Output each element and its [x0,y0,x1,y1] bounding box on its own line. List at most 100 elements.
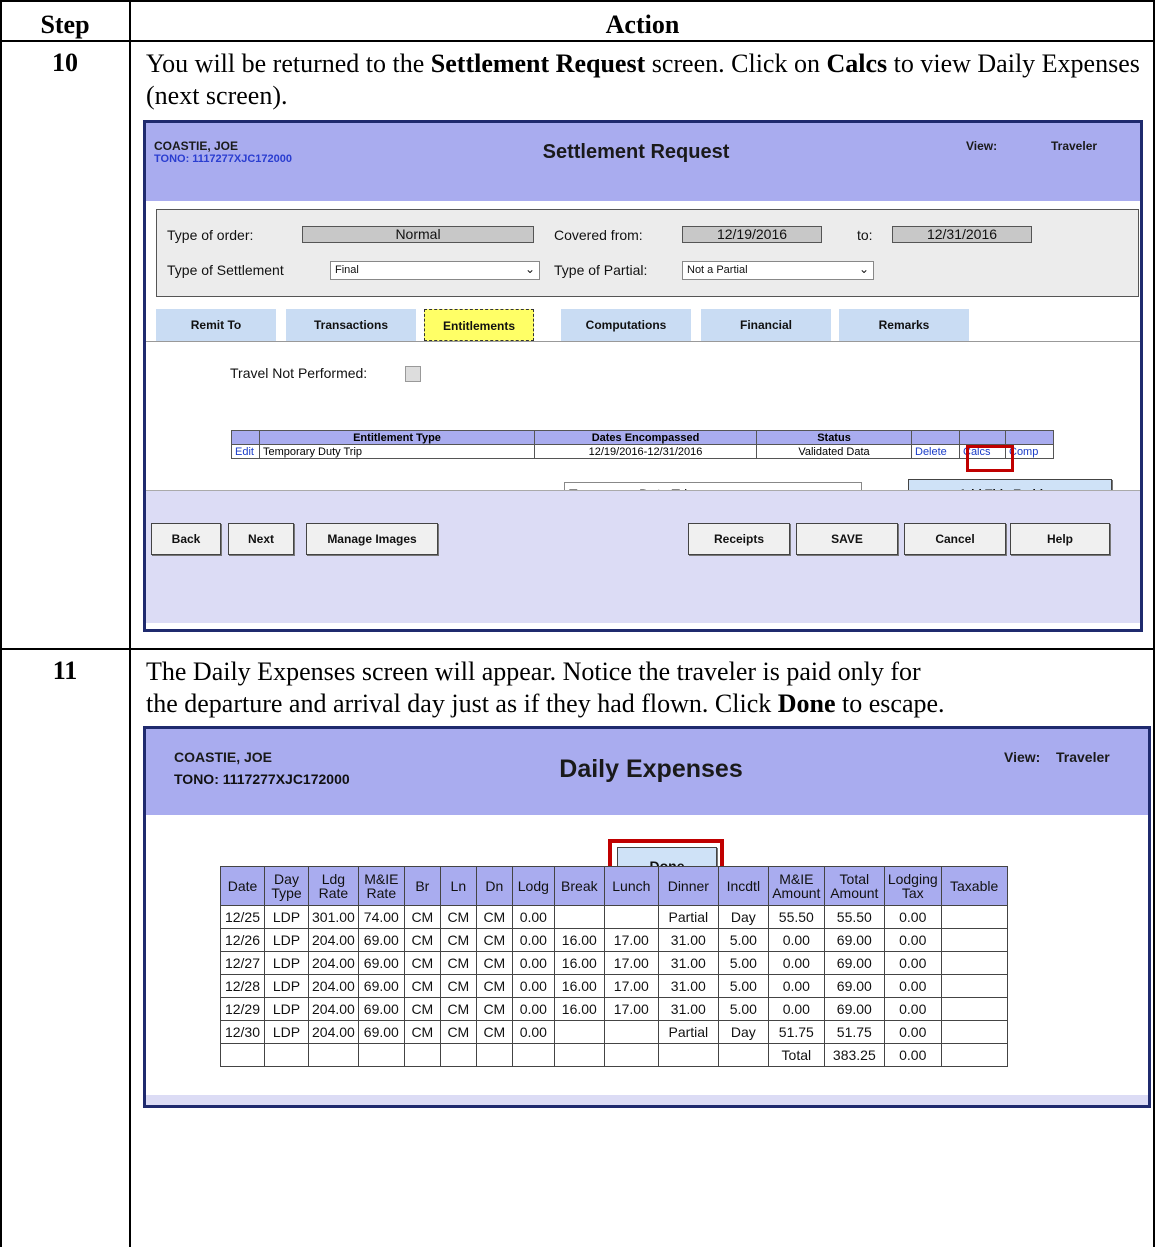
table-cell: 69.00 [823,974,885,998]
table-cell [264,1043,309,1067]
table-cell: LDP [264,1020,309,1044]
table-cell: 0.00 [883,1020,942,1044]
table-cell: 0.00 [883,1043,942,1067]
table-cell: 0.00 [511,1020,555,1044]
travel-not-performed-checkbox[interactable] [405,366,421,382]
to-label: to: [857,227,873,243]
column-header: Dates Encompassed [534,430,757,445]
to-field: 12/31/2016 [892,226,1032,243]
tab-computations[interactable]: Computations [561,309,691,341]
table-cell: 16.00 [553,928,605,952]
table-cell [940,1043,1008,1067]
table-border-header [0,40,1155,42]
column-header: Taxable [940,866,1008,906]
type-of-partial-value: Not a Partial [687,264,748,276]
settlement-request-screen: COASTIE, JOE TONO: 1117277XJC172000 Sett… [143,120,1143,632]
table-cell: 51.75 [823,1020,885,1044]
table-cell [403,1043,441,1067]
table-cell [940,905,1008,929]
table-row: 12/30 LDP 204.00 69.00 CM CM CM 0.00 Partial Day 5… [220,1020,1008,1044]
edit-link[interactable]: Edit [231,444,260,459]
table-cell: CM [475,1020,513,1044]
table-cell: Day [717,905,769,929]
page-title: Daily Expenses [559,755,743,783]
screen-footer [146,1095,1148,1105]
column-header: Break [553,866,605,906]
table-cell: 55.50 [767,905,825,929]
tab-remit-to[interactable]: Remit To [156,309,276,341]
column-header: Lodg [511,866,555,906]
column-header: Dinner [657,866,719,906]
table-cell: 204.00 [308,928,359,952]
table-cell: 16.00 [553,997,605,1021]
view-label: View: [966,139,998,153]
table-cell: 16.00 [553,951,605,975]
table-cell: 12/25 [220,905,265,929]
tab-financial[interactable]: Financial [701,309,831,341]
delete-link[interactable]: Delete [911,444,960,459]
type-of-order-label: Type of order: [167,227,254,243]
table-cell [717,1043,769,1067]
next-button[interactable]: Next [228,523,294,555]
table-cell [308,1043,359,1067]
dates-cell: 12/19/2016-12/31/2016 [534,444,757,459]
save-button[interactable]: SAVE [796,523,898,555]
table-cell: 16.00 [553,974,605,998]
table-cell: 204.00 [308,1020,359,1044]
tab-remarks[interactable]: Remarks [839,309,969,341]
table-cell: 69.00 [357,1020,405,1044]
type-of-partial-select[interactable]: Not a Partial ⌄ [682,261,874,280]
manage-images-button[interactable]: Manage Images [306,523,438,555]
tab-entitlements[interactable]: Entitlements [424,309,534,341]
column-header: Date [220,866,265,906]
travel-not-performed-label: Travel Not Performed: [230,365,368,381]
table-cell [603,905,659,929]
column-header: Day Type [264,866,309,906]
tono-number: TONO: 1117277XJC172000 [174,771,350,787]
table-cell: CM [403,951,441,975]
entitlement-table: Entitlement Type Dates Encompassed Statu… [231,430,1054,459]
tab-transactions[interactable]: Transactions [286,309,416,341]
type-of-settlement-select[interactable]: Final ⌄ [330,261,540,280]
column-header [959,430,1006,445]
type-of-partial-label: Type of Partial: [554,262,648,278]
column-header: Br [403,866,441,906]
tono-number: TONO: 1117277XJC172000 [154,153,293,165]
table-cell: CM [439,928,477,952]
table-row: Total 383.25 0.00 [220,1043,1008,1067]
table-cell: 31.00 [657,951,719,975]
table-cell [553,1020,605,1044]
help-button[interactable]: Help [1010,523,1110,555]
table-row: Edit Temporary Duty Trip 12/19/2016-12/3… [231,444,1054,459]
table-cell: Day [717,1020,769,1044]
table-cell [439,1043,477,1067]
table-cell: 69.00 [823,928,885,952]
table-row: 12/27 LDP 204.00 69.00 CM CM CM 0.00 16.00 17.00 3… [220,951,1008,975]
cancel-button[interactable]: Cancel [904,523,1006,555]
step-11-text-part: The Daily Expenses screen will appear. N… [146,657,921,686]
step-10-text: You will be returned to the Settlement R… [146,48,1146,112]
type-of-order-field: Normal [302,226,534,243]
traveler-name: COASTIE, JOE [154,139,239,153]
column-header: M&IE Rate [357,866,405,906]
step-10-text-bold: Settlement Request [430,49,646,78]
column-header: Total Amount [823,866,885,906]
view-label: View: [1004,749,1041,765]
table-cell: 31.00 [657,928,719,952]
action-bar: Back Next Manage Images Receipts SAVE Ca… [146,490,1140,623]
table-cell: 5.00 [717,951,769,975]
entitlement-type-cell: Temporary Duty Trip [259,444,535,459]
table-cell: 17.00 [603,928,659,952]
table-cell: 301.00 [308,905,359,929]
table-cell: 0.00 [511,928,555,952]
back-button[interactable]: Back [151,523,221,555]
table-cell: LDP [264,997,309,1021]
covered-from-field: 12/19/2016 [682,226,822,243]
receipts-button[interactable]: Receipts [688,523,790,555]
table-cell: LDP [264,928,309,952]
table-cell: 0.00 [511,997,555,1021]
table-cell: CM [439,1020,477,1044]
table-cell [553,905,605,929]
table-cell: 74.00 [357,905,405,929]
table-cell: 5.00 [717,997,769,1021]
